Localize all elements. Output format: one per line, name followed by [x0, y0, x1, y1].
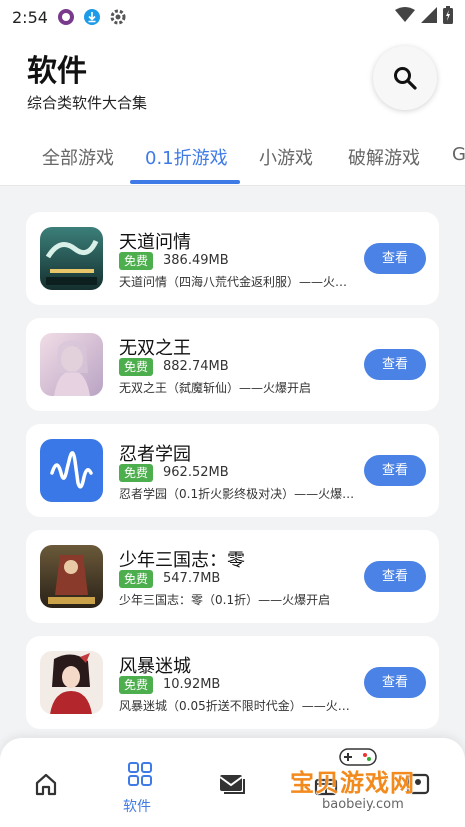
app-notification-icon	[56, 7, 76, 27]
view-button[interactable]: 查看	[364, 561, 426, 592]
watermark-url: baobeiy.com	[322, 797, 404, 812]
category-tabs: 全部游戏 0.1折游戏 小游戏 破解游戏 G	[0, 132, 465, 186]
tab-more[interactable]: G	[452, 144, 465, 165]
game-name: 天道问情	[119, 232, 191, 253]
watermark-text: 宝贝游戏网	[290, 769, 415, 797]
game-card[interactable]: 风暴迷城 免费 10.92MB 风暴迷城（0.05折送不限时代金）——火爆开启 …	[26, 636, 439, 729]
status-time: 2:54	[12, 7, 48, 27]
watermark: 宝贝游戏网 baobeiy.com	[290, 745, 440, 823]
free-badge: 免费	[119, 570, 154, 588]
game-description: 无双之王（弑魔斩仙）——火爆开启	[119, 381, 312, 395]
game-name: 忍者学园	[119, 444, 191, 465]
view-button[interactable]: 查看	[364, 243, 426, 274]
game-card[interactable]: 忍者学园 免费 962.52MB 忍者学园（0.1折火影终极对决）——火爆开启 …	[26, 424, 439, 517]
game-description: 少年三国志：零（0.1折）——火爆开启	[119, 593, 331, 607]
search-button[interactable]	[373, 46, 437, 110]
game-card[interactable]: 无双之王 免费 882.74MB 无双之王（弑魔斩仙）——火爆开启 查看	[26, 318, 439, 411]
grid-icon	[128, 762, 152, 786]
view-button[interactable]: 查看	[364, 455, 426, 486]
battery-icon	[443, 6, 453, 28]
game-card[interactable]: 少年三国志：零 免费 547.7MB 少年三国志：零（0.1折）——火爆开启 查…	[26, 530, 439, 623]
game-name: 少年三国志：零	[119, 550, 245, 571]
game-description: 天道问情（四海八荒代金返利服）——火爆开启	[119, 275, 355, 289]
mail-icon	[219, 775, 245, 794]
nav-home[interactable]	[26, 764, 66, 804]
free-badge: 免费	[119, 676, 154, 694]
file-size: 962.52MB	[163, 465, 229, 480]
nav-messages[interactable]	[212, 764, 252, 804]
free-badge: 免费	[119, 358, 154, 376]
game-icon	[40, 227, 103, 290]
tab-indicator	[130, 180, 240, 184]
file-size: 10.92MB	[163, 677, 221, 692]
home-icon	[35, 773, 57, 796]
free-badge: 免费	[119, 464, 154, 482]
game-description: 风暴迷城（0.05折送不限时代金）——火爆开启	[119, 699, 355, 713]
header: 软件 综合类软件大合集	[0, 34, 465, 132]
signal-icon	[421, 7, 437, 27]
settings-icon	[108, 7, 128, 27]
file-size: 882.74MB	[163, 359, 229, 374]
game-icon	[40, 651, 103, 714]
view-button[interactable]: 查看	[364, 349, 426, 380]
game-icon	[40, 439, 103, 502]
file-size: 386.49MB	[163, 253, 229, 268]
search-icon	[394, 67, 417, 90]
view-button[interactable]: 查看	[364, 667, 426, 698]
wifi-icon	[395, 7, 415, 27]
free-badge: 免费	[119, 252, 154, 270]
game-name: 风暴迷城	[119, 656, 191, 677]
nav-label-software: 软件	[123, 799, 151, 815]
tab-discount-games[interactable]: 0.1折游戏	[145, 144, 228, 170]
nav-software[interactable]	[120, 754, 160, 794]
game-card[interactable]: 天道问情 免费 386.49MB 天道问情（四海八荒代金返利服）——火爆开启 查…	[26, 212, 439, 305]
download-icon	[82, 7, 102, 27]
game-icon	[40, 545, 103, 608]
page-title: 软件	[27, 54, 87, 89]
tab-all-games[interactable]: 全部游戏	[42, 144, 114, 170]
game-name: 无双之王	[119, 338, 191, 359]
tab-cracked-games[interactable]: 破解游戏	[348, 144, 420, 170]
tab-mini-games[interactable]: 小游戏	[259, 144, 313, 170]
page-subtitle: 综合类软件大合集	[27, 94, 148, 112]
game-icon	[40, 333, 103, 396]
status-bar: 2:54	[0, 0, 465, 34]
game-description: 忍者学园（0.1折火影终极对决）——火爆开启	[119, 487, 355, 501]
file-size: 547.7MB	[163, 571, 221, 586]
